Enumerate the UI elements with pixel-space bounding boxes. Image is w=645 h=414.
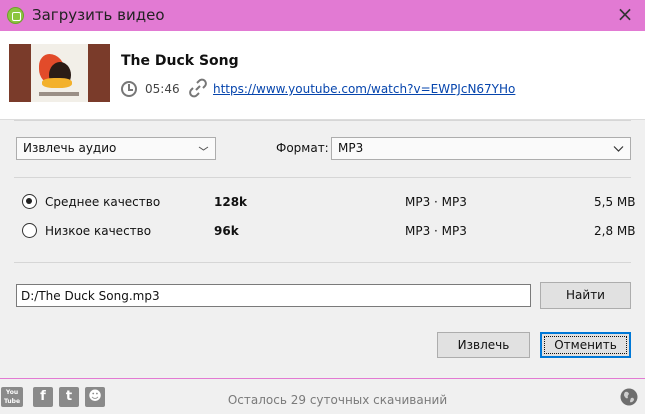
- app-logo-icon: [7, 7, 24, 24]
- chevron-down-icon: [198, 146, 209, 151]
- video-thumbnail: [9, 44, 110, 102]
- video-info-panel: The Duck Song 05:46 https://www.youtube.…: [0, 31, 645, 120]
- quality-codec: MP3 · MP3: [405, 195, 467, 209]
- video-duration: 05:46: [145, 82, 180, 96]
- action-select-value: Извлечь аудио: [23, 141, 117, 155]
- cancel-button[interactable]: Отменить: [540, 332, 631, 358]
- video-title: The Duck Song: [121, 53, 239, 69]
- clock-icon: [121, 81, 137, 97]
- extract-button[interactable]: Извлечь: [437, 332, 530, 358]
- format-label: Формат:: [276, 141, 329, 155]
- quality-size: 5,5 MB: [594, 195, 636, 209]
- divider: [14, 177, 631, 178]
- quality-label: Низкое качество: [45, 224, 152, 238]
- quality-radio-low[interactable]: [22, 223, 37, 238]
- globe-icon[interactable]: [619, 387, 639, 407]
- quality-radio-medium[interactable]: [22, 194, 37, 209]
- quality-size: 2,8 MB: [594, 224, 636, 238]
- browse-button[interactable]: Найти: [540, 282, 631, 309]
- divider: [14, 120, 631, 121]
- download-quota-status: Осталось 29 суточных скачиваний: [227, 393, 448, 407]
- quality-label: Среднее качество: [45, 195, 161, 209]
- quality-codec: MP3 · MP3: [405, 224, 467, 238]
- video-url-link[interactable]: https://www.youtube.com/watch?v=EWPJcN67…: [213, 82, 515, 96]
- divider: [14, 262, 631, 263]
- format-select-value: MP3: [338, 141, 364, 155]
- window-title: Загрузить видео: [32, 6, 165, 24]
- quality-bitrate: 128k: [214, 195, 248, 209]
- quality-bitrate: 96k: [214, 224, 239, 238]
- chevron-down-icon: [613, 146, 624, 152]
- close-icon[interactable]: ×: [613, 3, 637, 25]
- link-icon: [189, 78, 207, 98]
- save-path-input[interactable]: [16, 284, 531, 307]
- action-select[interactable]: Извлечь аудио: [16, 137, 216, 160]
- title-bar: Загрузить видео ×: [0, 0, 645, 31]
- format-select[interactable]: MP3: [331, 137, 631, 160]
